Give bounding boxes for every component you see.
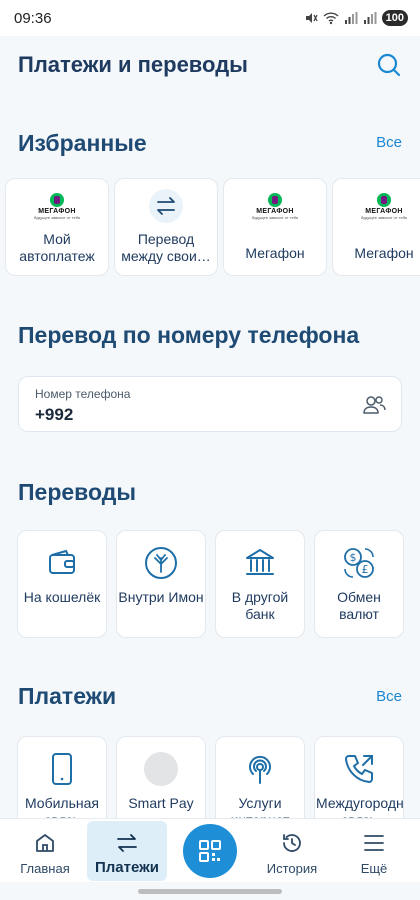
phone-outgoing-icon <box>341 751 377 787</box>
status-time: 09:36 <box>14 9 52 27</box>
payment-tile-mobile[interactable]: Мобильная связь <box>17 736 107 830</box>
currency-exchange-icon: $ £ <box>341 545 377 581</box>
transfers-title: Переводы <box>18 479 136 505</box>
tile-label: В другой банк <box>231 589 289 622</box>
nav-item-payments[interactable]: Платежи <box>87 821 167 881</box>
tile-label: Обмен валют <box>337 589 381 622</box>
transfer-arrows-icon <box>115 831 139 855</box>
transfer-tile-exchange[interactable]: $ £ Обмен валют <box>314 530 404 638</box>
signal-icon-2 <box>363 12 377 24</box>
payment-tile-long-distance[interactable]: Междугородняя связь <box>314 736 404 830</box>
favorite-label: Мегафон <box>354 245 414 261</box>
mute-icon <box>305 13 318 23</box>
nav-item-home[interactable]: Главная <box>5 819 85 883</box>
nav-item-history[interactable]: История <box>252 819 332 883</box>
tile-label: На кошелёк <box>23 589 101 605</box>
nav-label: Главная <box>20 861 70 876</box>
favorite-label: Перевод между свои… <box>121 231 211 264</box>
phone-field-value[interactable]: +992 <box>35 405 73 425</box>
menu-icon <box>363 831 385 855</box>
transfer-tile-wallet[interactable]: На кошелёк <box>17 530 107 638</box>
favorite-card-autopay[interactable]: МЕГАФОН будущее зависит от тебя Мой авто… <box>5 178 109 276</box>
favorite-card-own-transfer[interactable]: Перевод между свои… <box>114 178 218 276</box>
favorites-see-all-link[interactable]: Все <box>376 134 402 151</box>
search-button[interactable] <box>372 48 406 82</box>
wifi-icon <box>323 12 339 25</box>
megafon-logo: МЕГАФОН будущее зависит от тебя <box>252 191 298 221</box>
payments-title: Платежи <box>18 683 117 709</box>
page-title: Платежи и переводы <box>18 52 248 77</box>
battery-indicator: 100 <box>381 10 408 26</box>
history-icon <box>280 831 304 855</box>
signal-icon <box>344 12 358 24</box>
tile-label: Smart Pay <box>128 795 194 811</box>
home-indicator <box>138 889 282 894</box>
nav-item-more[interactable]: Ещё <box>334 819 414 883</box>
gray-circle-icon <box>143 751 179 787</box>
contacts-icon[interactable] <box>361 392 387 418</box>
transfer-arrows-icon <box>149 189 183 223</box>
search-icon <box>377 53 401 77</box>
bank-icon <box>242 545 278 581</box>
payment-tile-internet[interactable]: Услуги интернет <box>215 736 305 830</box>
transfer-tile-imon[interactable]: Внутри Имон <box>116 530 206 638</box>
favorite-label: Мой автоплатеж <box>19 231 95 264</box>
mobile-phone-icon <box>44 751 80 787</box>
imon-logo-icon <box>143 545 179 581</box>
nav-label: Ещё <box>360 861 388 876</box>
favorites-carousel[interactable]: МЕГАФОН будущее зависит от тебя Мой авто… <box>0 178 420 278</box>
svg-text:£: £ <box>362 563 369 576</box>
qr-code-icon <box>199 840 221 862</box>
tile-label: Внутри Имон <box>118 589 204 605</box>
wifi-signal-icon <box>242 751 278 787</box>
favorite-label: Мегафон <box>245 245 305 261</box>
status-bar: 09:36 100 <box>0 0 420 36</box>
svg-text:$: $ <box>350 551 357 564</box>
nav-label: История <box>266 861 318 876</box>
megafon-logo: МЕГАФОН будущее зависит от тебя <box>34 191 80 221</box>
qr-scan-button[interactable] <box>183 824 237 878</box>
favorite-card-megafon[interactable]: МЕГАФОН будущее зависит от тебя Мегафон <box>223 178 327 276</box>
favorites-title: Избранные <box>18 130 147 156</box>
megafon-logo: МЕГАФОН будущее зависит от тебя <box>361 191 407 221</box>
transfer-tile-other-bank[interactable]: В другой банк <box>215 530 305 638</box>
phone-transfer-title: Перевод по номеру телефона <box>18 322 360 348</box>
payments-see-all-link[interactable]: Все <box>376 688 402 705</box>
home-icon <box>33 831 57 855</box>
nav-label: Платежи <box>95 859 159 876</box>
phone-field-label: Номер телефона <box>35 387 131 401</box>
favorite-card-megafon-2[interactable]: МЕГАФОН будущее зависит от тебя Мегафон <box>332 178 420 276</box>
status-icons: 100 <box>304 10 408 26</box>
wallet-icon <box>44 545 80 581</box>
payment-tile-smart-pay[interactable]: Smart Pay <box>116 736 206 830</box>
phone-number-field[interactable]: Номер телефона +992 <box>18 376 402 432</box>
